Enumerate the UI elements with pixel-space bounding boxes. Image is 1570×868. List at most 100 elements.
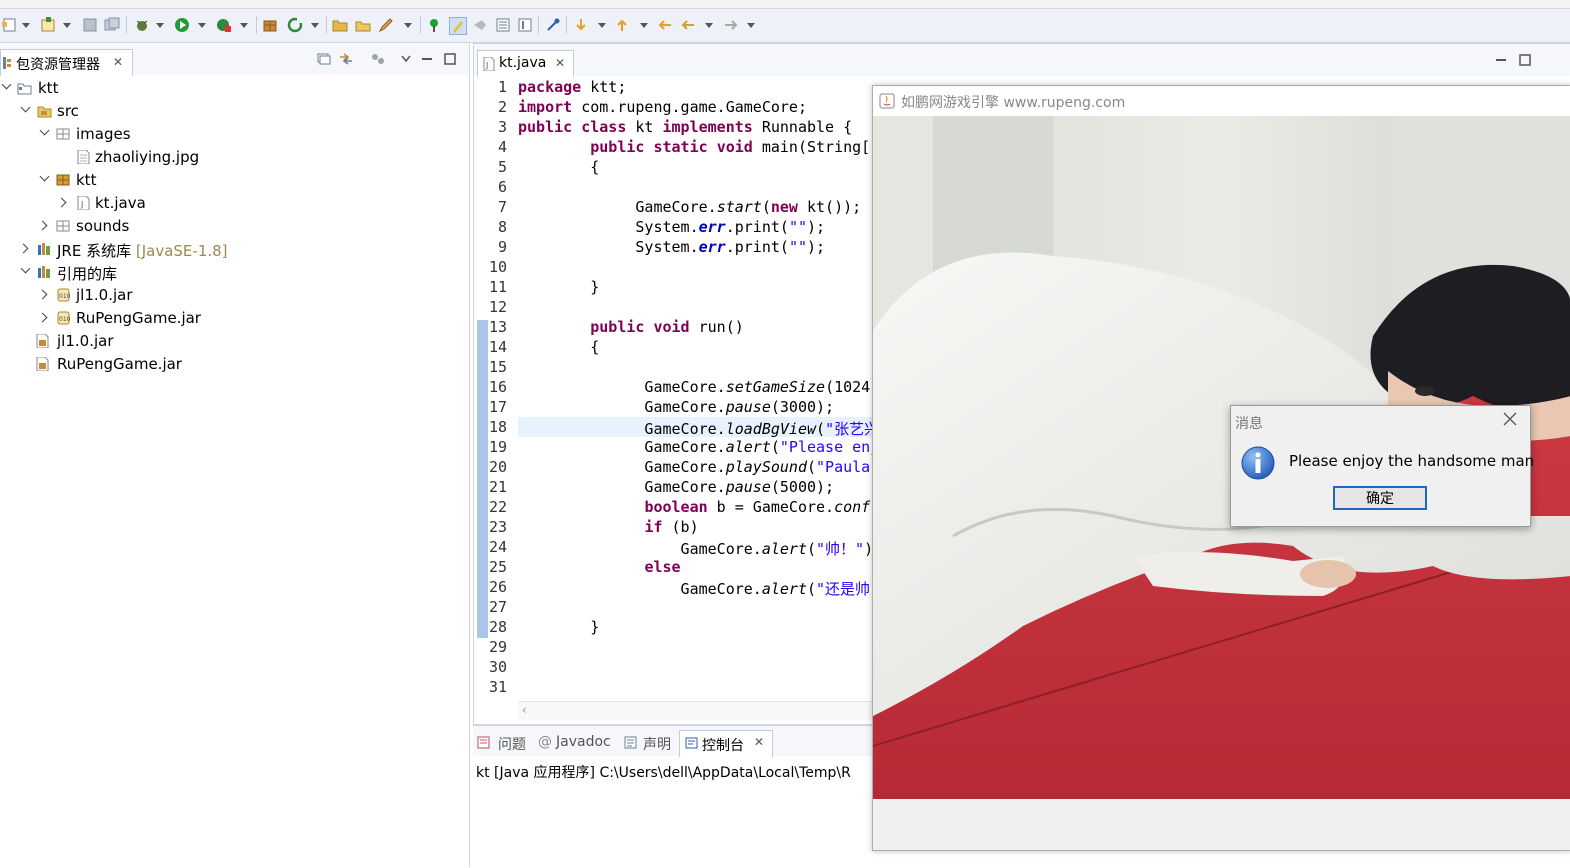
close-icon[interactable]: ✕ [754, 735, 764, 749]
declaration-icon [624, 736, 637, 749]
new-package-icon[interactable] [262, 17, 278, 33]
tree-item-label: JRE 系统库 [JavaSE-1.8] [57, 242, 228, 260]
java-app-icon [879, 93, 895, 109]
horizontal-scrollbar[interactable]: ‹ [518, 701, 873, 720]
tab-package-explorer[interactable]: 包资源管理器 ✕ [0, 49, 133, 76]
chevron-down-icon[interactable] [1, 79, 12, 90]
menu-bar[interactable] [0, 0, 1570, 9]
scroll-left-icon[interactable]: ‹ [522, 703, 527, 717]
minimize-icon[interactable] [1494, 54, 1508, 66]
code-line: package ktt; [518, 78, 627, 96]
run-dropdown-icon[interactable] [198, 23, 206, 28]
toggle-mark-icon[interactable] [426, 17, 442, 33]
tree-item-label: src [57, 102, 79, 120]
chevron-right-icon[interactable] [18, 243, 29, 254]
back-dropdown-icon[interactable] [705, 23, 713, 28]
code-line: GameCore.alert("Please enj [518, 438, 880, 456]
line-number: 30 [488, 658, 507, 676]
refresh-dropdown-icon[interactable] [311, 23, 319, 28]
pin-icon[interactable] [545, 17, 561, 33]
save-all-icon[interactable] [104, 17, 120, 33]
next-annotation-icon[interactable] [573, 17, 589, 33]
line-number: 26 [488, 578, 507, 596]
line-number: 20 [488, 458, 507, 476]
line-number: 9 [497, 238, 507, 256]
line-number: 2 [497, 98, 507, 116]
line-number: 7 [497, 198, 507, 216]
line-number: 24 [488, 538, 507, 556]
code-line: GameCore.start(new kt()); [518, 198, 862, 216]
debug-dropdown-icon[interactable] [156, 23, 164, 28]
line-number: 18 [488, 418, 507, 436]
new-project-dropdown-icon[interactable] [63, 23, 71, 28]
back-icon[interactable] [680, 17, 696, 33]
close-icon[interactable]: ✕ [555, 56, 565, 70]
edit-dropdown-icon[interactable] [404, 23, 412, 28]
jar-icon: 010 [57, 311, 71, 325]
java-file-icon: J [77, 196, 90, 210]
close-icon[interactable]: ✕ [113, 55, 123, 69]
refresh-icon[interactable] [287, 17, 303, 33]
maximize-icon[interactable] [443, 53, 457, 65]
line-number: 16 [488, 378, 507, 396]
line-number: 17 [488, 398, 507, 416]
line-number: 5 [497, 158, 507, 176]
link-with-editor-icon[interactable] [339, 53, 353, 65]
coverage-icon[interactable] [216, 17, 232, 33]
dialog-message: Please enjoy the handsome man [1289, 452, 1535, 470]
block-select-icon[interactable] [495, 17, 511, 33]
debug-icon[interactable] [134, 17, 150, 33]
chevron-down-icon[interactable] [20, 102, 31, 113]
forward-dropdown-icon[interactable] [747, 23, 755, 28]
main-toolbar [0, 9, 1570, 43]
chevron-right-icon[interactable] [37, 289, 48, 300]
chevron-right-icon[interactable] [37, 312, 48, 323]
chevron-down-icon[interactable] [20, 263, 31, 274]
save-icon[interactable] [82, 17, 98, 33]
last-edit-icon[interactable] [657, 17, 673, 33]
console-process-line: kt [Java 应用程序] C:\Users\dell\AppData\Loc… [476, 765, 851, 781]
code-line: GameCore.setGameSize(1024, [518, 378, 880, 396]
minimize-icon[interactable] [420, 53, 434, 65]
close-icon[interactable] [1503, 412, 1517, 426]
previous-annotation-dropdown-icon[interactable] [640, 23, 648, 28]
tab-label: 问题 [498, 737, 526, 753]
code-line: System.err.print(""); [518, 238, 826, 256]
ok-button[interactable]: 确定 [1333, 486, 1427, 510]
show-whitespace-icon[interactable] [472, 17, 488, 33]
edit-icon[interactable] [378, 17, 394, 33]
new-file-icon[interactable] [2, 17, 18, 33]
info-icon [1241, 446, 1275, 480]
tab-kt-java[interactable]: J kt.java ✕ [477, 50, 574, 77]
new-file-dropdown-icon[interactable] [22, 23, 30, 28]
coverage-dropdown-icon[interactable] [240, 23, 248, 28]
line-number: 3 [497, 118, 507, 136]
collapse-all-icon[interactable] [317, 53, 331, 65]
next-annotation-dropdown-icon[interactable] [598, 23, 606, 28]
chevron-right-icon[interactable] [56, 197, 67, 208]
line-number: 19 [488, 438, 507, 456]
chevron-down-icon[interactable] [39, 125, 50, 136]
focus-icon[interactable] [371, 53, 385, 65]
code-line: GameCore.alert("还是帅 [518, 580, 871, 598]
chevron-right-icon[interactable] [37, 220, 48, 231]
svg-text:010: 010 [59, 316, 71, 323]
new-project-icon[interactable] [40, 17, 56, 33]
forward-icon[interactable] [723, 17, 739, 33]
chevron-down-icon[interactable] [39, 171, 50, 182]
line-number: 14 [488, 338, 507, 356]
editor-header: J kt.java ✕ [474, 44, 1570, 77]
view-menu-icon[interactable] [399, 53, 413, 65]
highlight-icon[interactable] [449, 17, 467, 35]
run-icon[interactable] [174, 17, 190, 33]
dialog-title: 消息 [1235, 416, 1263, 432]
annotation-icon[interactable] [517, 17, 533, 33]
maximize-icon[interactable] [1518, 54, 1532, 66]
open-folder-icon[interactable] [332, 17, 348, 33]
open-type-icon[interactable] [355, 17, 371, 33]
previous-annotation-icon[interactable] [614, 17, 630, 33]
game-window-titlebar[interactable]: 如鹏网游戏引擎 www.rupeng.com [873, 86, 1570, 116]
tree-item-label: ktt [38, 79, 59, 97]
tab-console[interactable]: 控制台 ✕ [679, 730, 773, 757]
line-number: 13 [488, 318, 507, 336]
